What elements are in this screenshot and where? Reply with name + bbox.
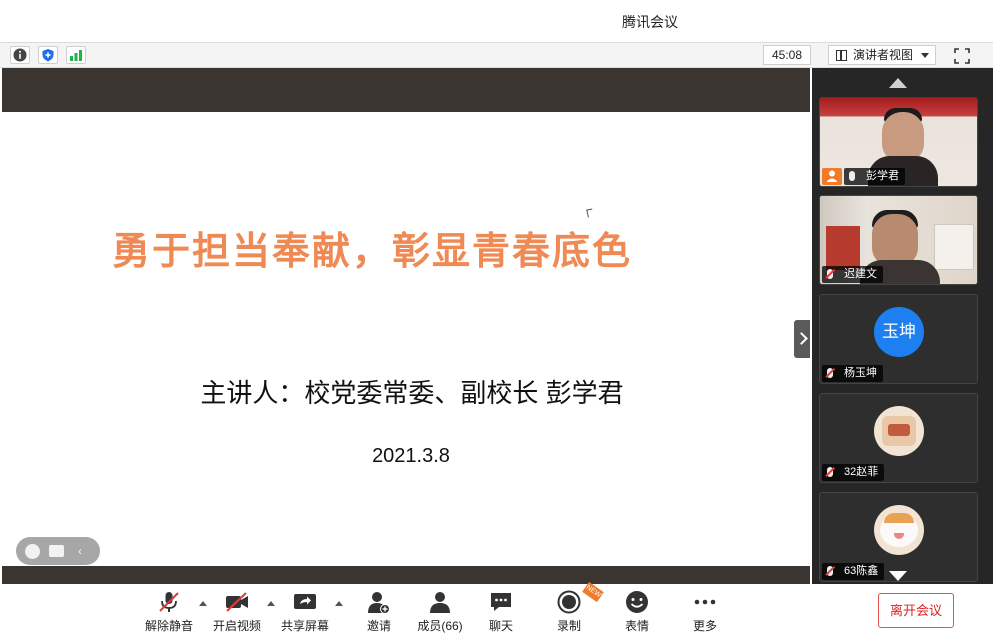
fullscreen-icon[interactable] bbox=[953, 47, 971, 65]
members-label: 成员(66) bbox=[417, 619, 463, 633]
slide-top-band bbox=[2, 68, 810, 112]
slide-date: 2021.3.8 bbox=[372, 445, 450, 467]
shield-icon[interactable] bbox=[38, 46, 58, 64]
mic-muted-icon bbox=[827, 467, 833, 477]
participant-tile[interactable]: 迟建文 bbox=[819, 195, 978, 285]
share-screen-icon bbox=[294, 594, 316, 609]
mic-muted-icon bbox=[827, 368, 833, 378]
record-label: 录制 bbox=[556, 619, 581, 633]
start-video-label: 开启视频 bbox=[212, 619, 261, 633]
host-icon bbox=[822, 168, 842, 185]
slide-title: 勇于担当奉献，彰显青春底色 bbox=[111, 231, 632, 273]
chevron-up-icon[interactable] bbox=[335, 601, 343, 606]
invite-button[interactable]: 邀请 bbox=[349, 590, 409, 634]
chevron-down-icon bbox=[921, 53, 929, 58]
slide-speaker: 主讲人：校党委常委、副校长 彭学君 bbox=[200, 378, 624, 408]
participant-tile[interactable]: 彭学君 bbox=[819, 97, 978, 187]
participant-name-tag: 迟建文 bbox=[822, 266, 883, 283]
participant-name-tag: 63陈鑫 bbox=[822, 563, 885, 580]
leave-meeting-button[interactable]: 离开会议 bbox=[878, 593, 954, 628]
share-screen-label: 共享屏幕 bbox=[280, 619, 329, 633]
participant-name-tag: 彭学君 bbox=[844, 168, 905, 185]
scroll-up-icon[interactable] bbox=[889, 78, 907, 88]
participant-name-tag: 32赵菲 bbox=[822, 464, 885, 481]
slide-bottom-band bbox=[2, 566, 810, 584]
participant-name: 彭学君 bbox=[866, 170, 899, 182]
avatar bbox=[874, 406, 924, 456]
participant-name: 32赵菲 bbox=[844, 466, 879, 478]
participant-tile[interactable]: 63陈鑫 bbox=[819, 492, 978, 582]
participant-name: 迟建文 bbox=[844, 268, 877, 280]
window-title: 腾讯会议 bbox=[622, 14, 678, 30]
record-icon bbox=[557, 590, 581, 614]
avatar: 玉坤 bbox=[874, 307, 924, 357]
mic-muted-icon bbox=[827, 269, 833, 279]
mouse-cursor-icon bbox=[586, 208, 594, 218]
top-toolbar: 45:08 演讲者视图 bbox=[0, 42, 993, 68]
start-video-button[interactable]: 开启视频 bbox=[207, 590, 267, 634]
signal-icon[interactable] bbox=[66, 46, 86, 64]
participant-name: 63陈鑫 bbox=[844, 565, 879, 577]
chat-icon bbox=[491, 593, 511, 611]
participant-name-tag: 杨玉坤 bbox=[822, 365, 883, 382]
info-icon[interactable] bbox=[10, 46, 30, 64]
more-label: 更多 bbox=[692, 619, 717, 633]
mic-muted-icon bbox=[159, 592, 179, 612]
view-mode-dropdown[interactable]: 演讲者视图 bbox=[828, 45, 936, 65]
emoji-button[interactable]: 表情 bbox=[607, 590, 667, 634]
invite-icon bbox=[368, 592, 390, 614]
emoji-icon[interactable] bbox=[25, 544, 40, 559]
members-button[interactable]: 成员(66) bbox=[410, 590, 470, 634]
avatar bbox=[874, 505, 924, 555]
collapse-icon[interactable]: ‹ bbox=[78, 545, 85, 557]
emoji-icon bbox=[626, 591, 648, 613]
emoji-label: 表情 bbox=[624, 619, 649, 633]
mic-muted-icon bbox=[827, 566, 833, 576]
chevron-up-icon[interactable] bbox=[199, 601, 207, 606]
participant-name: 杨玉坤 bbox=[844, 367, 877, 379]
panel-toggle-button[interactable] bbox=[794, 320, 810, 358]
scroll-down-icon[interactable] bbox=[889, 571, 907, 581]
share-screen-button[interactable]: 共享屏幕 bbox=[275, 590, 335, 634]
chat-icon[interactable] bbox=[49, 545, 64, 557]
participant-tile[interactable]: 32赵菲 bbox=[819, 393, 978, 483]
participant-tile[interactable]: 玉坤 杨玉坤 bbox=[819, 294, 978, 384]
title-bar: 腾讯会议 bbox=[0, 0, 993, 42]
chevron-up-icon[interactable] bbox=[267, 601, 275, 606]
floating-reactions-bar[interactable]: ‹ bbox=[16, 537, 100, 565]
video-off-icon bbox=[226, 592, 248, 612]
mic-icon bbox=[849, 171, 855, 181]
more-icon bbox=[694, 599, 716, 605]
meeting-timer: 45:08 bbox=[763, 45, 811, 65]
members-icon bbox=[430, 592, 450, 613]
shared-screen: 勇于担当奉献，彰显青春底色 主讲人：校党委常委、副校长 彭学君 2021.3.8… bbox=[2, 68, 810, 584]
view-mode-label: 演讲者视图 bbox=[853, 48, 914, 62]
more-button[interactable]: 更多 bbox=[675, 590, 735, 634]
chat-label: 聊天 bbox=[488, 619, 513, 633]
chat-button[interactable]: 聊天 bbox=[471, 590, 531, 634]
unmute-button[interactable]: 解除静音 bbox=[139, 590, 199, 634]
unmute-label: 解除静音 bbox=[144, 619, 193, 633]
layout-icon bbox=[836, 50, 847, 61]
invite-label: 邀请 bbox=[366, 619, 391, 633]
